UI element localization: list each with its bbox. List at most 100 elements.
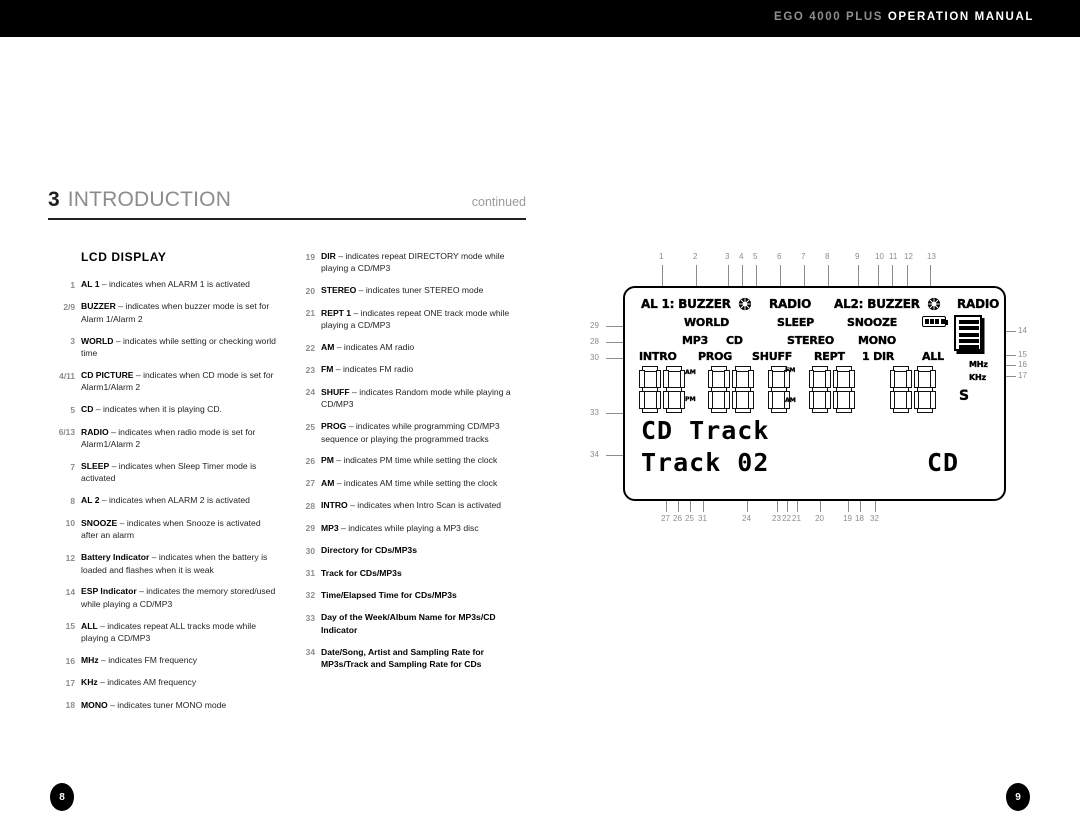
matrix-right-cd: CD: [927, 448, 960, 477]
list-item-number: 18: [65, 700, 75, 711]
bottom-callout-32: 32: [870, 514, 879, 523]
top-tick-2: [696, 265, 698, 286]
am-tag-top: AM: [685, 369, 696, 376]
list-item-number: 32: [305, 590, 315, 601]
lcd-khz: KHz: [969, 373, 987, 382]
list-item: 34 Date/Song, Artist and Sampling Rate fo…: [288, 646, 520, 671]
list-item-text: ESP Indicator – indicates the memory sto…: [81, 585, 280, 610]
list-item: 23 FM – indicates FM radio: [288, 363, 520, 376]
list-item-text: DIR – indicates repeat DIRECTORY mode wh…: [321, 250, 520, 275]
list-item: 2/9 BUZZER – indicates when buzzer mode i…: [48, 300, 280, 325]
list-item-description: – indicates PM time while setting the cl…: [333, 455, 498, 466]
list-item-text: AL 2 – indicates when ALARM 2 is activat…: [81, 494, 250, 506]
list-item-number: 1: [70, 279, 75, 290]
seven-segment-digit: [808, 366, 831, 413]
list-item-description: – indicates when ALARM 2 is activated: [99, 495, 250, 506]
list-item-description: – indicates tuner STEREO mode: [356, 285, 484, 296]
list-item-number: 5: [70, 404, 75, 415]
lcd-al1-buzzer: AL 1: BUZZER: [641, 297, 731, 311]
lcd-sleep: SLEEP: [777, 316, 815, 329]
bottom-callout-23: 23: [772, 514, 781, 523]
top-callout-1: 1: [659, 252, 664, 261]
list-item-number: 26: [305, 455, 315, 466]
lcd-mono: MONO: [858, 334, 897, 347]
list-item-number: 4/11: [59, 370, 75, 381]
top-callout-4: 4: [739, 252, 744, 261]
seven-segment-digit: [639, 366, 661, 413]
list-item: 26 PM – indicates PM time while setting t…: [288, 454, 520, 467]
list-item-number: 27: [305, 478, 315, 489]
battery-icon: [922, 316, 949, 327]
list-item: 19 DIR – indicates repeat DIRECTORY mode …: [288, 250, 520, 275]
list-item-text: WORLD – indicates while setting or check…: [81, 335, 280, 360]
top-tick-11: [892, 265, 894, 286]
lcd-diagram: 1 2 3 4 5 6 7 8 9 10 11 12 13 29 28 30 33 34 14 15 16 17 27…: [590, 248, 1042, 538]
bottom-callout-27: 27: [661, 514, 670, 523]
digit-group-seconds: [889, 366, 938, 413]
list-item-description: – indicates repeat ALL tracks mode while…: [81, 620, 256, 644]
list-item: 21 REPT 1 – indicates repeat ONE track mo…: [288, 307, 520, 332]
seven-segment-digit: [707, 366, 730, 413]
list-item-term: PM: [321, 455, 334, 466]
list-item: 3 WORLD – indicates while setting or chec…: [48, 335, 280, 360]
seven-segment-digit: [913, 366, 936, 413]
lcd-stereo: STEREO: [787, 334, 835, 347]
list-item-term: ALL: [81, 620, 98, 631]
list-item-number: 15: [65, 621, 75, 632]
lcd-radio-2: RADIO: [957, 297, 1000, 311]
lcd-radio-1: RADIO: [769, 297, 812, 311]
list-item-term: Time/Elapsed Time for CDs/MP3s: [321, 589, 457, 600]
section-divider: [48, 218, 526, 220]
lcd-intro: INTRO: [639, 350, 677, 363]
top-tick-5: [756, 265, 758, 286]
list-item-number: 2/9: [63, 301, 75, 312]
right-callout-14: 14: [1018, 326, 1027, 335]
list-item-number: 28: [305, 500, 315, 511]
list-item-number: 6/13: [58, 427, 75, 438]
list-item-text: SLEEP – indicates when Sleep Timer mode …: [81, 460, 280, 485]
digit-group-time: [808, 366, 857, 413]
top-tick-3: [728, 265, 730, 286]
list-item-text: INTRO – indicates when Intro Scan is act…: [321, 499, 501, 511]
list-item-description: – indicates AM radio: [334, 342, 415, 353]
list-item-number: 31: [305, 568, 315, 578]
list-item-text: MONO – indicates tuner MONO mode: [81, 699, 226, 711]
list-item: 27 AM – indicates AM time while setting t…: [288, 477, 520, 490]
left-column: LCD DISPLAY 1 AL 1 – indicates when ALARM…: [48, 250, 280, 721]
list-item-term: REPT 1: [321, 307, 352, 318]
list-item-number: 12: [65, 552, 75, 563]
list-item-number: 34: [305, 647, 315, 658]
top-callout-2: 2: [693, 252, 698, 261]
top-callout-3: 3: [725, 252, 730, 261]
middle-column: 19 DIR – indicates repeat DIRECTORY mode …: [288, 250, 520, 680]
list-item: 22 AM – indicates AM radio: [288, 341, 520, 354]
list-item-text: BUZZER – indicates when buzzer mode is s…: [81, 300, 280, 325]
list-item-text: MP3 – indicates while playing a MP3 disc: [321, 522, 479, 534]
left-callout-33: 33: [590, 408, 599, 417]
list-item: 16 MHz – indicates FM frequency: [48, 654, 280, 667]
bottom-callout-22: 22: [782, 514, 791, 523]
list-item-term: PROG: [321, 421, 347, 432]
header-title: EGO 4000 PLUS OPERATION MANUAL: [774, 11, 1034, 23]
bottom-callout-20: 20: [815, 514, 824, 523]
list-item-term: WORLD: [81, 335, 114, 346]
list-item: 29 MP3 – indicates while playing a MP3 di…: [288, 522, 520, 535]
lcd-rept: REPT: [814, 350, 845, 363]
list-item-term: STEREO: [321, 285, 357, 296]
list-item: 20 STEREO – indicates tuner STEREO mode: [288, 284, 520, 297]
list-item-text: PROG – indicates while programming CD/MP…: [321, 420, 520, 445]
list-item-text: AM – indicates AM radio: [321, 341, 414, 353]
seconds-tag: S: [959, 388, 970, 404]
list-item-term: MONO: [81, 699, 108, 710]
seven-segment-digit: [663, 366, 685, 413]
right-callout-17: 17: [1018, 371, 1027, 380]
list-item: 31 Track for CDs/MP3s: [288, 567, 520, 580]
list-item-number: 33: [305, 612, 315, 623]
list-item-term: MHz: [81, 655, 99, 666]
list-item-number: 7: [70, 461, 75, 472]
lcd-al2-buzzer: AL2: BUZZER: [834, 297, 920, 311]
top-callout-10: 10: [875, 252, 884, 261]
list-item-description: – indicates while playing a MP3 disc: [338, 522, 479, 533]
bottom-callout-26: 26: [673, 514, 682, 523]
pm-tag: PM: [685, 396, 696, 403]
